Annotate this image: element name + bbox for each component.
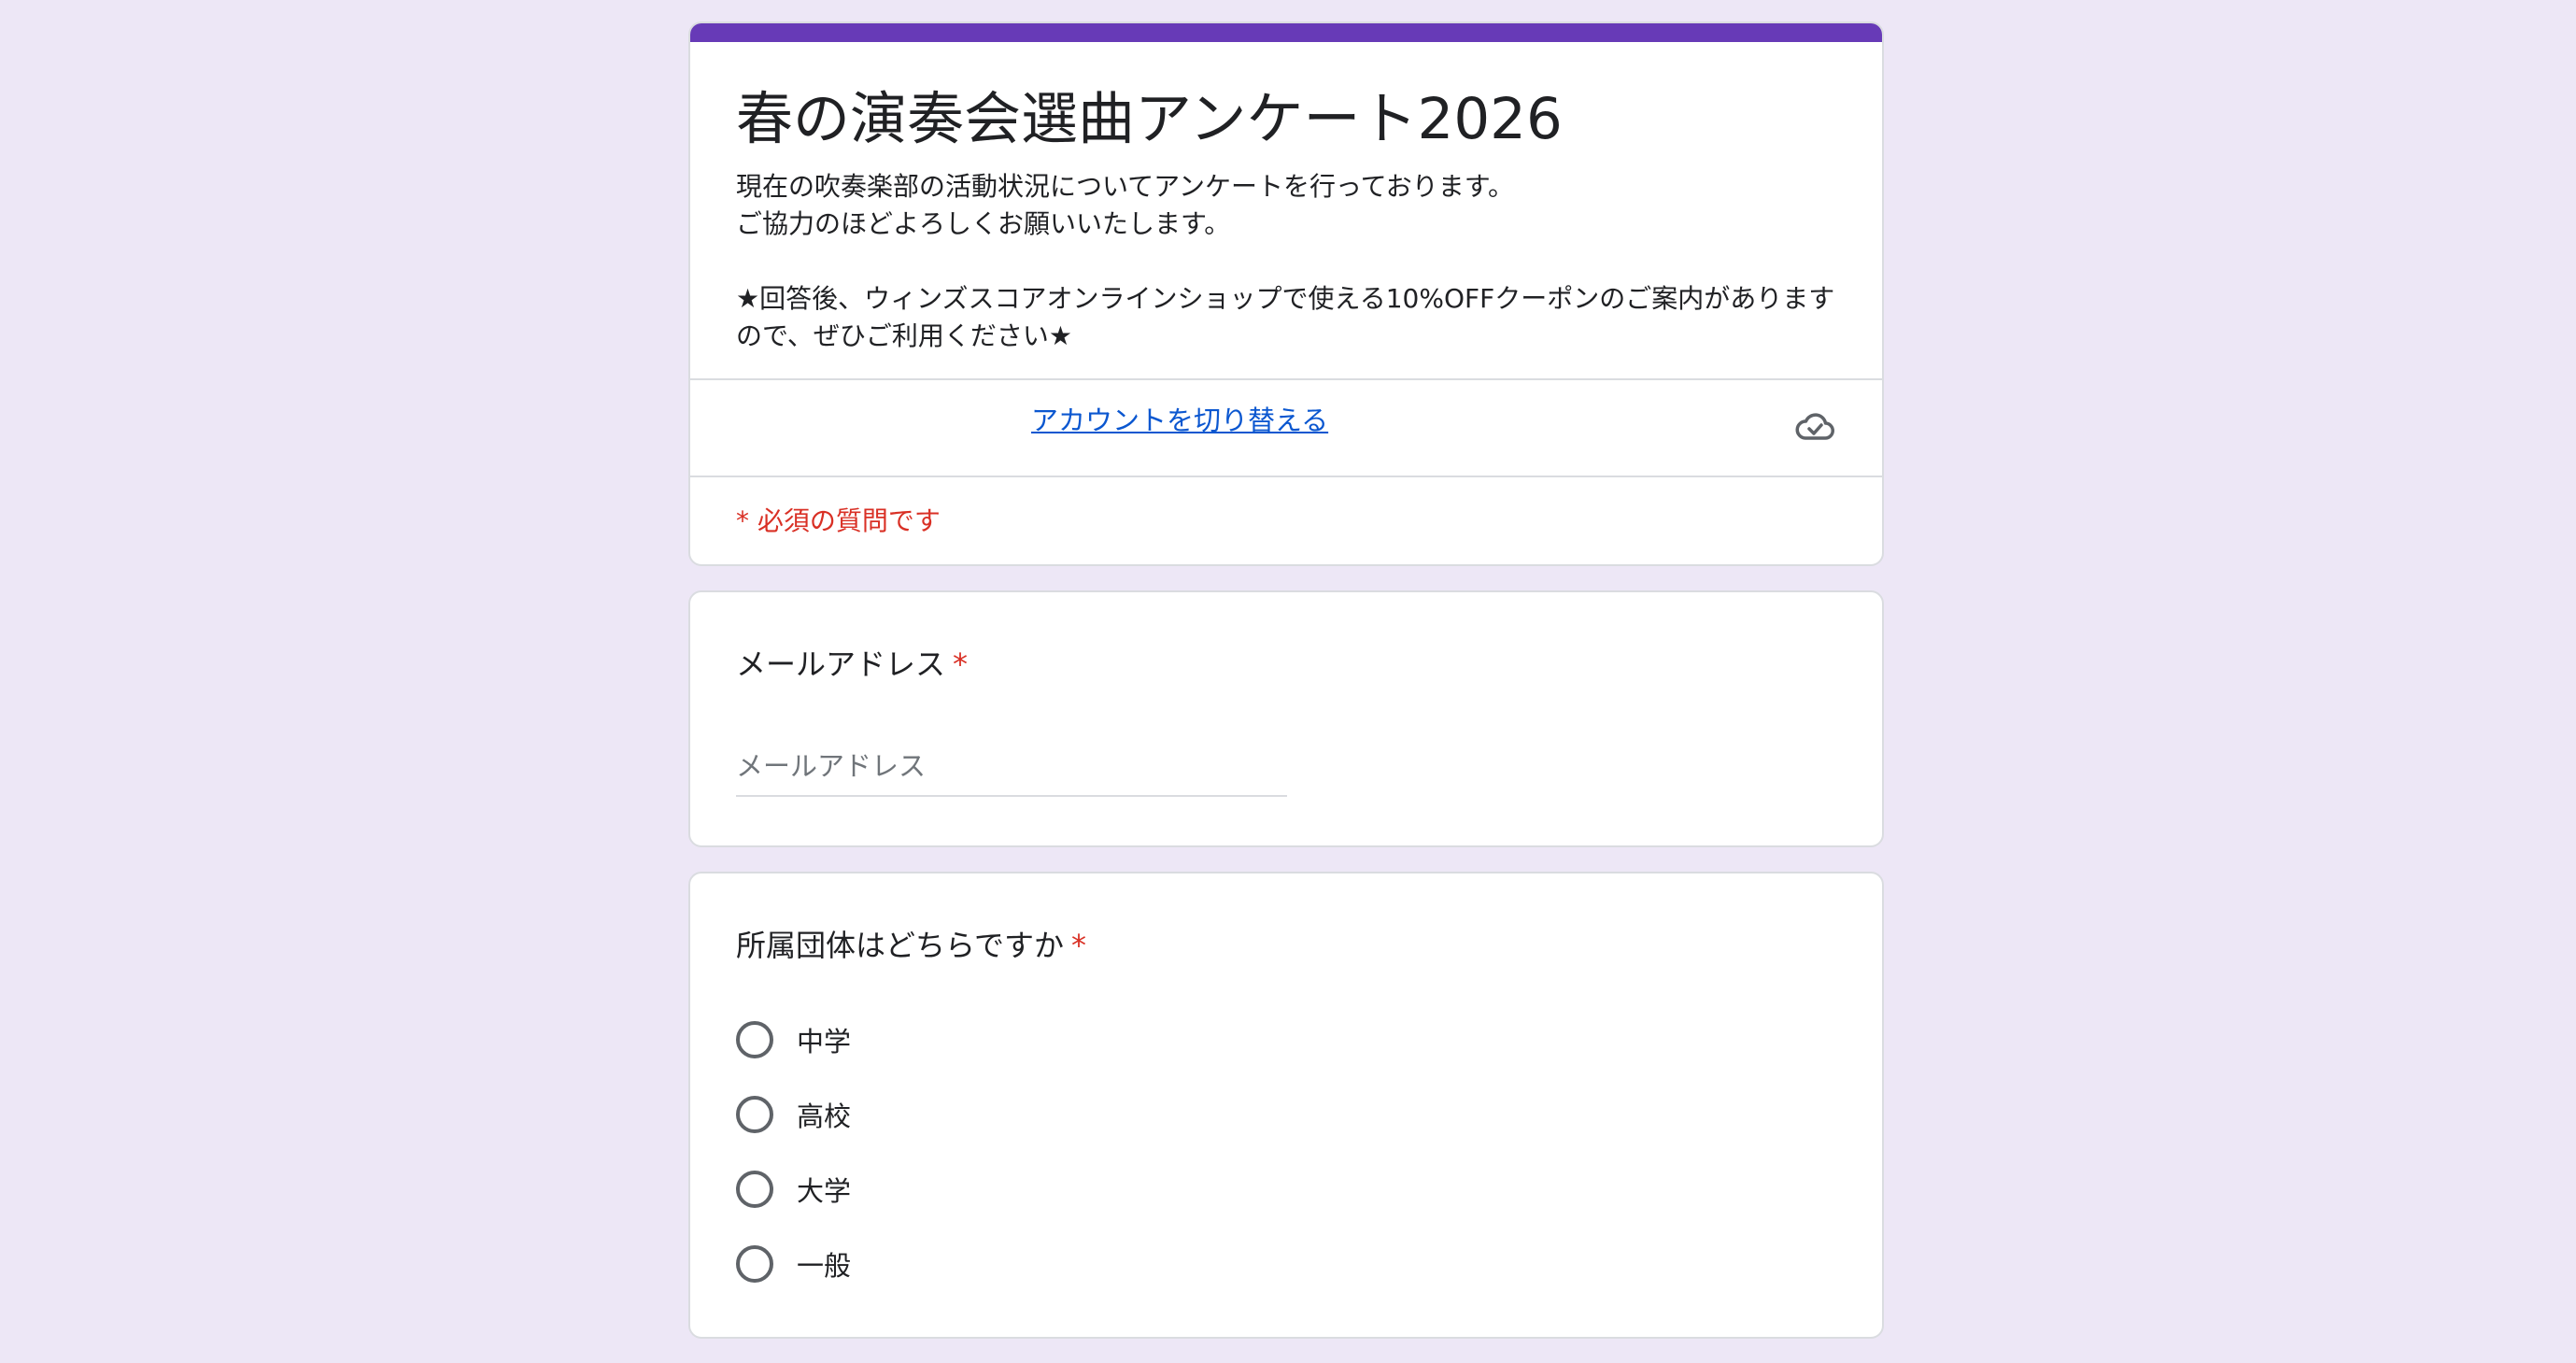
form-column: 春の演奏会選曲アンケート2026 現在の吹奏楽部の活動状況についてアンケートを行… <box>688 21 1884 1363</box>
email-input[interactable] <box>736 737 1287 797</box>
radio-button[interactable] <box>736 1245 773 1283</box>
switch-account-link[interactable]: アカウントを切り替える <box>1031 399 1328 438</box>
required-star: * <box>1071 928 1087 963</box>
accent-bar <box>690 23 1882 42</box>
radio-option-label: 中学 <box>797 1026 852 1058</box>
form-description: 現在の吹奏楽部の活動状況についてアンケートを行っております。 ご協力のほどよろし… <box>736 171 1835 351</box>
question-card-affiliation: 所属団体はどちらですか * 中学 高校 大学 一般 <box>688 872 1884 1339</box>
radio-button[interactable] <box>736 1096 773 1133</box>
cloud-check-icon <box>1792 405 1837 449</box>
radio-option-university[interactable]: 大学 <box>736 1152 851 1227</box>
question-title-text: メールアドレス <box>736 646 946 682</box>
radio-option-label: 大学 <box>797 1175 852 1207</box>
radio-option-label: 一般 <box>797 1250 852 1282</box>
question-title: 所属団体はどちらですか * <box>736 922 1836 965</box>
question-title: メールアドレス * <box>736 641 1836 684</box>
radio-button[interactable] <box>736 1171 773 1208</box>
radio-option-label: 高校 <box>797 1100 852 1132</box>
radio-button[interactable] <box>736 1021 773 1058</box>
question-card-email: メールアドレス * <box>688 590 1884 847</box>
divider <box>690 476 1882 477</box>
radio-option-middle-school[interactable]: 中学 <box>736 1002 851 1077</box>
divider <box>690 378 1882 380</box>
form-title: 春の演奏会選曲アンケート2026 <box>736 86 1563 152</box>
radio-group: 中学 高校 大学 一般 <box>736 1002 851 1301</box>
radio-option-high-school[interactable]: 高校 <box>736 1077 851 1152</box>
radio-option-general[interactable]: 一般 <box>736 1227 851 1301</box>
form-header-card: 春の演奏会選曲アンケート2026 現在の吹奏楽部の活動状況についてアンケートを行… <box>688 21 1884 566</box>
required-star: * <box>953 646 969 682</box>
required-note: * 必須の質問です <box>736 505 941 536</box>
question-title-text: 所属団体はどちらですか <box>736 928 1065 963</box>
